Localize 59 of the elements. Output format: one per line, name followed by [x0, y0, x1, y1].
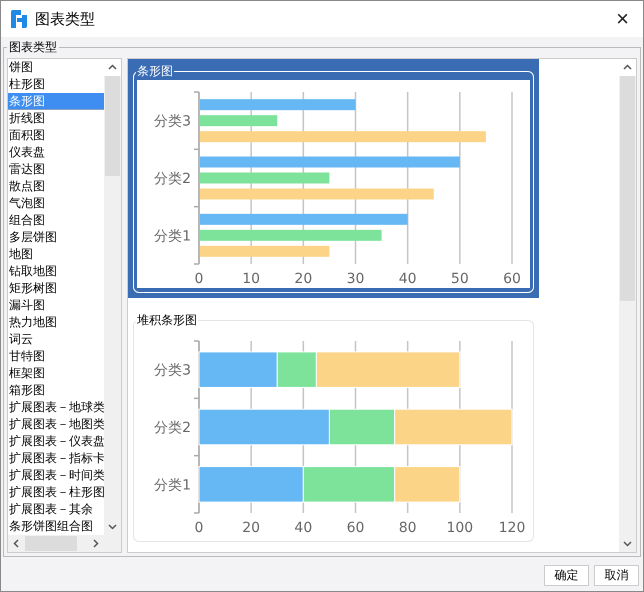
tick-label: 10 [242, 271, 260, 287]
app-logo-icon [11, 10, 27, 28]
list-item[interactable]: 钻取地图 [8, 263, 104, 280]
list-item[interactable]: 面积图 [8, 127, 104, 144]
category-label: 分类2 [154, 171, 191, 187]
list-item[interactable]: 甘特图 [8, 348, 104, 365]
list-item[interactable]: 组合图 [8, 212, 104, 229]
scroll-up-icon[interactable] [104, 59, 121, 76]
list-item[interactable]: 气泡图 [8, 195, 104, 212]
category-label: 分类3 [154, 362, 191, 379]
list-item[interactable]: 词云 [8, 331, 104, 348]
tick-label: 20 [294, 271, 312, 287]
preview-title: 堆积条形图 [136, 312, 198, 329]
close-button[interactable]: × [610, 8, 635, 30]
tick-label: 120 [498, 520, 526, 536]
tick-label: 60 [346, 520, 364, 536]
scroll-up-icon[interactable] [619, 59, 636, 76]
list-item[interactable]: 漏斗图 [8, 297, 104, 314]
bar [394, 466, 460, 503]
list-item[interactable]: 折线图 [8, 110, 104, 127]
tick-label: 0 [194, 520, 204, 536]
list-item[interactable]: 条形饼图组合图 [8, 518, 104, 535]
tick-label: 40 [398, 271, 417, 287]
list-item[interactable]: 雷达图 [8, 161, 104, 178]
tick-label: 40 [294, 520, 312, 536]
list-item[interactable]: 柱形图 [8, 76, 104, 93]
tick-label: 80 [398, 520, 417, 536]
window-title: 图表类型 [35, 10, 96, 28]
tick-label: 20 [242, 520, 260, 536]
list-item[interactable]: 饼图 [8, 59, 104, 76]
tick-label: 100 [446, 520, 474, 536]
list-item[interactable]: 热力地图 [8, 314, 104, 331]
preview-title: 条形图 [136, 63, 174, 80]
vertical-scrollbar[interactable] [104, 59, 121, 535]
list-item[interactable]: 散点图 [8, 178, 104, 195]
vertical-scrollbar[interactable] [619, 59, 636, 552]
list-item[interactable]: 箱形图 [8, 382, 104, 399]
scrollbar-thumb[interactable] [620, 76, 635, 301]
scrollbar-thumb[interactable] [25, 536, 77, 551]
list-item[interactable]: 扩展图表－柱形图 [8, 484, 104, 501]
tick-label: 30 [346, 271, 364, 287]
list-item[interactable]: 多层饼图 [8, 229, 104, 246]
list-item[interactable]: 仪表盘 [8, 144, 104, 161]
category-label: 分类3 [154, 114, 191, 130]
list-item[interactable]: 框架图 [8, 365, 104, 382]
scrollbar-thumb[interactable] [105, 76, 120, 176]
category-label: 分类1 [154, 228, 191, 244]
group-label: 图表类型 [8, 40, 58, 56]
list-item[interactable]: 矩形树图 [8, 280, 104, 297]
dialog-button[interactable]: 取消 [594, 565, 639, 586]
dialog-button[interactable]: 确定 [544, 565, 589, 586]
chart-preview-card[interactable]: 条形图 0 10 20 30 40 50 60 分类3 分类2 分类1 [128, 59, 539, 298]
category-label: 分类2 [154, 420, 191, 436]
tick-label: 50 [450, 271, 469, 287]
tick-label: 0 [194, 271, 204, 287]
list-item[interactable]: 扩展图表－其余 [8, 501, 104, 518]
category-label: 分类1 [154, 477, 191, 494]
tick-label: 60 [503, 271, 521, 287]
list-item[interactable]: 地图 [8, 246, 104, 263]
